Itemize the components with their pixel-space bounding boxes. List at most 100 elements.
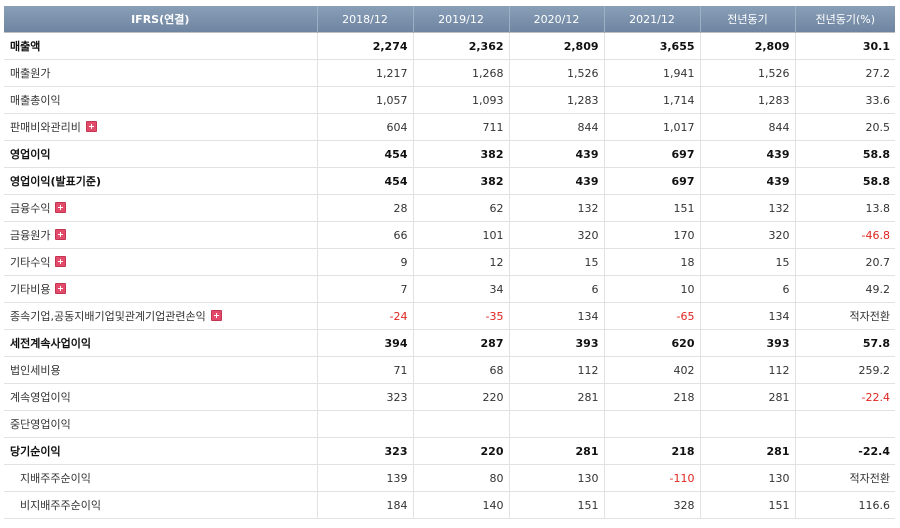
value-cell [509, 410, 605, 438]
value-cell: 1,017 [604, 113, 701, 141]
value-cell: 140 [413, 491, 510, 519]
value-cell: 697 [604, 167, 701, 195]
table-row: 기타비용 7 34 6 10 6 49.2 [4, 275, 895, 303]
value-cell: 711 [413, 113, 510, 141]
value-cell: 184 [317, 491, 414, 519]
value-cell: 33.6 [795, 86, 895, 114]
value-cell: 394 [317, 329, 414, 357]
value-cell: 1,268 [413, 59, 510, 87]
value-cell: 439 [700, 140, 796, 168]
value-cell: 58.8 [795, 140, 895, 168]
value-cell: -65 [604, 302, 701, 330]
header-period-6: 전년동기(%) [795, 6, 895, 33]
value-cell: 439 [509, 140, 605, 168]
value-cell: 18 [604, 248, 701, 276]
table-body: 매출액 2,274 2,362 2,809 3,655 2,809 30.1 매출원가 1,21… [4, 32, 895, 519]
value-cell: 112 [700, 356, 796, 384]
value-cell: 620 [604, 329, 701, 357]
expand-plus-icon[interactable] [55, 202, 67, 213]
value-cell: 151 [509, 491, 605, 519]
expand-plus-icon[interactable] [210, 310, 222, 321]
expand-plus-icon[interactable] [55, 229, 67, 240]
value-cell: 281 [700, 383, 796, 411]
value-cell: 2,809 [509, 32, 605, 60]
value-cell: 323 [317, 383, 414, 411]
value-cell: 220 [413, 437, 510, 465]
value-cell: 1,526 [700, 59, 796, 87]
row-label-cell: 판매비와관리비 [4, 113, 318, 141]
value-cell: 2,274 [317, 32, 414, 60]
header-period-4: 2021/12 [604, 6, 701, 33]
expand-plus-icon[interactable] [55, 283, 67, 294]
value-cell: 62 [413, 194, 510, 222]
value-cell: 439 [509, 167, 605, 195]
row-label-cell: 기타비용 [4, 275, 318, 303]
row-label-cell: 당기순이익 [4, 437, 318, 465]
expand-plus-icon[interactable] [55, 256, 67, 267]
row-label: 매출총이익 [10, 94, 61, 107]
value-cell: 13.8 [795, 194, 895, 222]
value-cell: -22.4 [795, 437, 895, 465]
table-row: 당기순이익 323 220 281 218 281 -22.4 [4, 437, 895, 465]
value-cell [317, 410, 414, 438]
header-period-2: 2019/12 [413, 6, 510, 33]
value-cell: 328 [604, 491, 701, 519]
value-cell: 1,941 [604, 59, 701, 87]
table-row: 비지배주주순이익 184 140 151 328 151 116.6 [4, 491, 895, 519]
table-row: 영업이익(발표기준) 454 382 439 697 439 58.8 [4, 167, 895, 195]
value-cell: 844 [509, 113, 605, 141]
table-row: 금융원가 66 101 320 170 320 -46.8 [4, 221, 895, 249]
value-cell: 393 [700, 329, 796, 357]
financial-statement-table: IFRS(연결) 2018/12 2019/12 2020/12 2021/12 전년동기… [4, 6, 895, 519]
value-cell: 454 [317, 140, 414, 168]
value-cell: 1,283 [509, 86, 605, 114]
header-period-1: 2018/12 [317, 6, 414, 33]
value-cell: 112 [509, 356, 605, 384]
row-label-cell: 매출원가 [4, 59, 318, 87]
expand-plus-icon[interactable] [85, 121, 97, 132]
value-cell: -46.8 [795, 221, 895, 249]
value-cell: 1,283 [700, 86, 796, 114]
value-cell: 66 [317, 221, 414, 249]
value-cell: 27.2 [795, 59, 895, 87]
value-cell: 281 [509, 383, 605, 411]
value-cell: -24 [317, 302, 414, 330]
value-cell: 151 [604, 194, 701, 222]
value-cell: 130 [509, 464, 605, 492]
value-cell: 68 [413, 356, 510, 384]
value-cell: 844 [700, 113, 796, 141]
value-cell: -35 [413, 302, 510, 330]
value-cell: -22.4 [795, 383, 895, 411]
header-row: IFRS(연결) 2018/12 2019/12 2020/12 2021/12 전년동기… [4, 6, 895, 33]
value-cell: 382 [413, 140, 510, 168]
row-label-cell: 계속영업이익 [4, 383, 318, 411]
row-label: 매출액 [10, 40, 41, 53]
row-label-cell: 영업이익 [4, 140, 318, 168]
value-cell: 697 [604, 140, 701, 168]
value-cell: 132 [509, 194, 605, 222]
value-cell [604, 410, 701, 438]
row-label: 금융수익 [10, 202, 51, 215]
value-cell: 1,526 [509, 59, 605, 87]
row-label-cell: 종속기업,공동지배기업및관계기업관련손익 [4, 302, 318, 330]
value-cell: 20.5 [795, 113, 895, 141]
header-label-column: IFRS(연결) [4, 6, 318, 33]
header-period-5: 전년동기 [700, 6, 796, 33]
row-label-cell: 세전계속사업이익 [4, 329, 318, 357]
row-label: 중단영업이익 [10, 418, 71, 431]
table-row: 매출총이익 1,057 1,093 1,283 1,714 1,283 33.6 [4, 86, 895, 114]
value-cell: 34 [413, 275, 510, 303]
value-cell: 80 [413, 464, 510, 492]
table-row: 세전계속사업이익 394 287 393 620 393 57.8 [4, 329, 895, 357]
value-cell: 6 [700, 275, 796, 303]
table-row: 매출액 2,274 2,362 2,809 3,655 2,809 30.1 [4, 32, 895, 60]
value-cell: 130 [700, 464, 796, 492]
value-cell: 3,655 [604, 32, 701, 60]
value-cell: 287 [413, 329, 510, 357]
value-cell: 1,093 [413, 86, 510, 114]
value-cell: 71 [317, 356, 414, 384]
value-cell: 323 [317, 437, 414, 465]
value-cell: 134 [509, 302, 605, 330]
value-cell: 1,057 [317, 86, 414, 114]
row-label-cell: 매출총이익 [4, 86, 318, 114]
